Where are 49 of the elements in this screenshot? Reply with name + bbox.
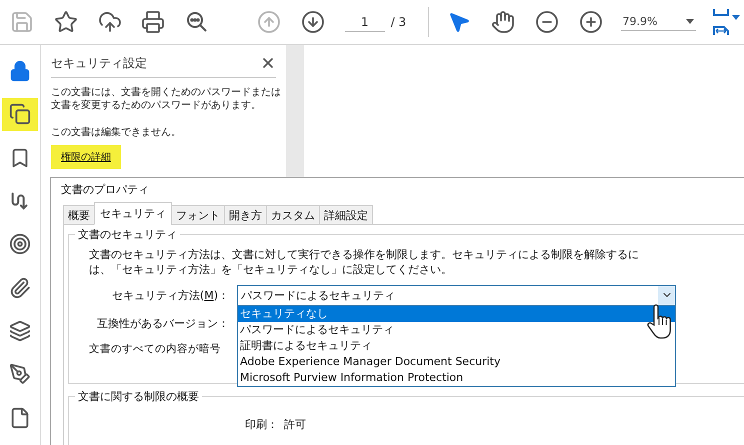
arrow-down-icon (300, 10, 325, 34)
group-title: 文書に関する制限の概要 (75, 389, 202, 404)
hand-icon (490, 10, 515, 34)
encryption-label: 文書のすべての内容が暗号 (89, 342, 221, 356)
dialog-title: 文書のプロパティ (60, 182, 150, 197)
pointer-icon (447, 10, 472, 34)
dialog-tab[interactable]: 開き方 (224, 205, 267, 225)
arrow-up-icon (256, 10, 281, 34)
security-description: この文書には、文書を開くためのパスワードまたは文書を変更するためのパスワードがあります。 (51, 86, 282, 112)
paperclip-icon (9, 276, 31, 299)
panel-title: セキュリティ設定 (51, 54, 147, 72)
security-method-select[interactable]: パスワードによるセキュリティ (237, 284, 676, 306)
dialog-tab[interactable]: 概要 (63, 205, 95, 225)
page-number-field[interactable]: 1 (344, 12, 385, 32)
zoom-in-icon (578, 10, 603, 34)
layers-icon (9, 320, 31, 342)
search-icon (185, 10, 210, 34)
security-method-description: 文書のセキュリティ方法は、文書に対して実行できる操作を制限します。セキュリティによる制限を解除するに は、「セキュリティ方法」を「セキュリティなし」に設定してください。 (89, 247, 640, 277)
caret-icon (686, 19, 694, 24)
compatibility-label: 互換性があるバージョン： (96, 316, 229, 330)
restriction-value: 許可 (284, 417, 306, 432)
dialog-tab[interactable]: セキュリティ (94, 202, 172, 225)
page-count: / 3 (390, 15, 406, 29)
dialog-tab[interactable]: フォント (171, 205, 225, 225)
pen-icon (9, 363, 31, 386)
close-icon (260, 55, 276, 71)
copy-button[interactable] (2, 98, 38, 131)
target-icon (9, 233, 31, 256)
lock-icon (9, 60, 31, 82)
fit-width-icon (710, 7, 742, 37)
file-icon (9, 406, 31, 429)
save-icon (10, 10, 34, 34)
zoom-select[interactable]: 79.9% (620, 13, 696, 31)
dropdown-option[interactable]: パスワードによるセキュリティ (238, 322, 675, 338)
dialog-tab[interactable]: カスタム (266, 205, 320, 225)
group-title: 文書のセキュリティ (75, 227, 180, 242)
edit-note: この文書は編集できません。 (51, 126, 182, 139)
cloud-upload-icon (98, 10, 122, 34)
restriction-label: 印刷： (245, 417, 278, 432)
permissions-link[interactable]: 権限の詳細 (51, 145, 121, 169)
dropdown-arrow-button[interactable] (658, 286, 675, 304)
copy-icon (9, 103, 31, 126)
security-method-label: セキュリティ方法(M)： (110, 288, 229, 302)
star-icon (54, 10, 78, 34)
zoom-out-icon (534, 10, 559, 34)
dropdown-option[interactable]: セキュリティなし (238, 306, 675, 322)
dialog-tab[interactable]: 詳細設定 (319, 205, 373, 225)
print-icon (141, 10, 166, 34)
close-button[interactable] (260, 55, 276, 71)
